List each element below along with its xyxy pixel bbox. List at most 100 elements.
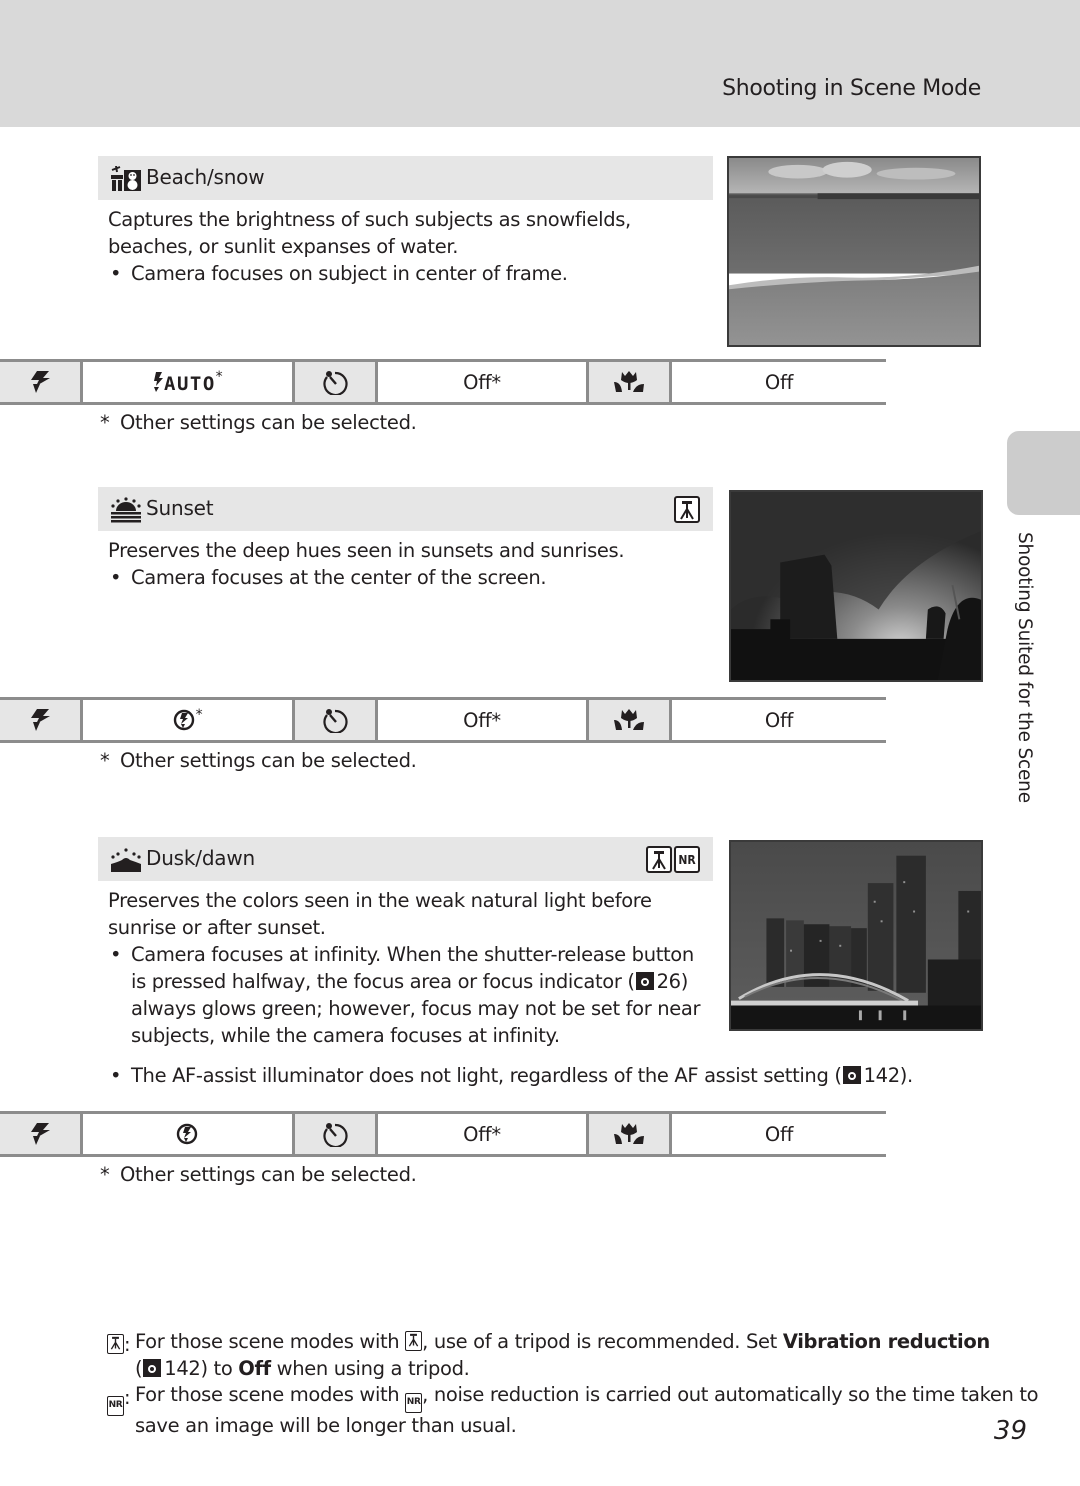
flash-off-icon	[176, 1123, 198, 1145]
self-timer-header	[295, 700, 378, 740]
settings-table: AUTO * Off* Off	[0, 359, 886, 405]
svg-text:AUTO: AUTO	[164, 373, 214, 392]
bullet-text: Camera focuses at infinity. When the shu…	[131, 943, 694, 993]
macro-mode-value: Off	[764, 1122, 794, 1146]
setting-value-off: Off	[238, 1356, 271, 1380]
section-description: Preserves the deep hues seen in sunsets …	[108, 537, 708, 591]
footnote-text: Other settings can be selected.	[120, 749, 417, 772]
macro-mode-header	[589, 362, 672, 402]
footnote-mark: *	[100, 1163, 110, 1186]
page-header-title: Shooting in Scene Mode	[722, 76, 981, 101]
note-mark: NR:	[107, 1385, 131, 1416]
settings-table: * Off* Off	[0, 697, 886, 743]
page-reference-link[interactable]: 142	[164, 1357, 201, 1380]
section-title: Dusk/dawn	[146, 846, 256, 870]
footnote-text: Other settings can be selected.	[120, 1163, 417, 1186]
page-reference-icon	[842, 1066, 861, 1084]
table-footnote: * Other settings can be selected.	[98, 411, 417, 434]
self-timer-value: Off*	[378, 362, 589, 402]
flash-mode-icon	[31, 1123, 50, 1145]
section-badges: NR	[646, 846, 700, 873]
asterisk: *	[195, 707, 203, 723]
macro-mode-icon	[614, 371, 644, 392]
macro-mode-value: Off	[764, 370, 794, 394]
dusk-photo	[729, 840, 983, 1031]
icon-legend-notes: : For those scene modes with , use of a …	[107, 1329, 1080, 1440]
noise-reduction-icon: NR	[405, 1393, 423, 1413]
section-title: Beach/snow	[146, 165, 265, 189]
section-extra-note: The AF-assist illuminator does not light…	[108, 1062, 988, 1089]
self-timer-icon	[323, 371, 348, 395]
flash-mode-header	[0, 362, 83, 402]
section-header: Beach/snow	[98, 156, 713, 200]
flash-mode-icon	[31, 709, 50, 731]
chapter-tab	[1007, 431, 1080, 515]
tripod-icon	[646, 846, 672, 873]
footnote-text: Other settings can be selected.	[120, 411, 417, 434]
asterisk: *	[215, 369, 223, 385]
note-text: For those scene modes with	[135, 1383, 406, 1406]
bullet-item: Camera focuses on subject in center of f…	[108, 260, 708, 287]
self-timer-header	[295, 1114, 378, 1154]
bullet-text: The AF-assist illuminator does not light…	[131, 1064, 842, 1087]
macro-mode-icon	[614, 709, 644, 730]
section-header: Sunset	[98, 487, 713, 531]
macro-mode-icon	[614, 1123, 644, 1144]
self-timer-header	[295, 362, 378, 402]
beach-photo	[727, 156, 981, 347]
note-text: , use of a tripod is recommended. Set	[422, 1330, 783, 1353]
tripod-icon	[674, 496, 700, 523]
self-timer-icon	[323, 709, 348, 733]
flash-mode-header	[0, 1114, 83, 1154]
description-text: Preserves the deep hues seen in sunsets …	[108, 539, 625, 562]
flash-mode-value: *	[83, 700, 295, 740]
bullet-item: The AF-assist illuminator does not light…	[108, 1062, 988, 1089]
bullet-item: Camera focuses at the center of the scre…	[108, 564, 708, 591]
chapter-tab-label: Shooting Suited for the Scene	[1014, 532, 1035, 803]
description-text: Captures the brightness of such subjects…	[108, 208, 631, 258]
table-footnote: * Other settings can be selected.	[98, 749, 417, 772]
flash-off-icon	[173, 709, 194, 731]
page-number: 39	[993, 1416, 1027, 1446]
self-timer-value: Off*	[378, 700, 589, 740]
separator: :	[124, 1386, 131, 1409]
section-header: Dusk/dawn NR	[98, 837, 713, 881]
bullet-item: Camera focuses at infinity. When the shu…	[108, 941, 704, 1049]
section-description: Preserves the colors seen in the weak na…	[108, 887, 708, 1049]
note-tripod: : For those scene modes with , use of a …	[107, 1329, 1080, 1382]
note-text: ) to	[200, 1356, 239, 1380]
flash-mode-value	[83, 1114, 295, 1154]
flash-auto-icon: AUTO	[153, 372, 214, 392]
note-text: For those scene modes with	[135, 1330, 406, 1353]
page-reference-icon	[635, 972, 654, 990]
table-footnote: * Other settings can be selected.	[98, 1163, 417, 1186]
page-reference-icon	[143, 1358, 162, 1377]
note-text: when using a tripod.	[270, 1356, 470, 1380]
macro-mode-header	[589, 700, 672, 740]
section-badges	[674, 496, 700, 523]
section-title: Sunset	[146, 496, 214, 520]
tripod-icon	[107, 1334, 124, 1354]
flash-mode-value: AUTO *	[83, 362, 295, 402]
dusk-dawn-icon	[110, 847, 141, 872]
setting-name-vibration-reduction: Vibration reduction	[782, 1330, 990, 1353]
self-timer-value: Off*	[378, 1114, 589, 1154]
sunset-photo	[729, 490, 983, 682]
footnote-mark: *	[100, 411, 110, 434]
page-reference-link[interactable]: 26	[657, 970, 681, 993]
note-text: (	[135, 1356, 143, 1380]
page-reference-link[interactable]: 142	[864, 1064, 901, 1087]
flash-mode-icon	[31, 371, 50, 393]
noise-reduction-icon: NR	[674, 846, 700, 873]
footnote-mark: *	[100, 749, 110, 772]
flash-mode-header	[0, 700, 83, 740]
header-band	[0, 0, 1080, 127]
beach-snow-icon	[110, 165, 141, 191]
noise-reduction-icon: NR	[107, 1396, 124, 1416]
settings-table: Off* Off	[0, 1111, 886, 1157]
note-mark: :	[107, 1332, 131, 1359]
tripod-icon	[405, 1331, 423, 1351]
separator: :	[124, 1333, 131, 1356]
bullet-text: ).	[899, 1064, 913, 1087]
sunset-icon	[110, 497, 141, 523]
